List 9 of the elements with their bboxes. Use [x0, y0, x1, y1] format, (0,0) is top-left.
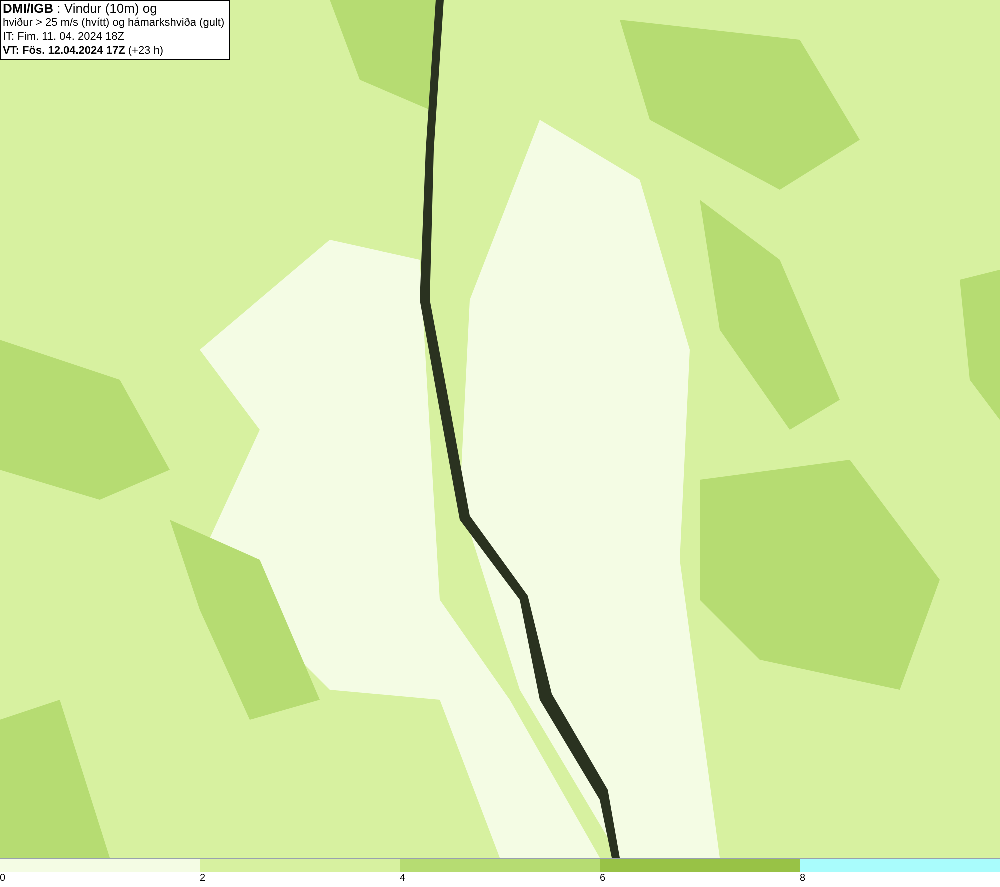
title-line: VT: Fös. 12.04.2024 17Z (+23 h)	[3, 44, 165, 58]
legend-tick-label: 8	[800, 873, 806, 884]
title-line: IT: Fim. 11. 04. 2024 18Z	[3, 30, 126, 44]
legend-tick-label: 4	[400, 873, 406, 884]
legend-tick-label: 2	[200, 873, 206, 884]
legend-tick-label: 0	[0, 873, 6, 884]
legend-tick-label: 6	[600, 873, 606, 884]
title-line: hviður > 25 m/s (hvítt) og hámarkshviða (gult)	[3, 16, 226, 30]
title-line: DMI/IGB : Vindur (10m) og	[3, 2, 158, 16]
